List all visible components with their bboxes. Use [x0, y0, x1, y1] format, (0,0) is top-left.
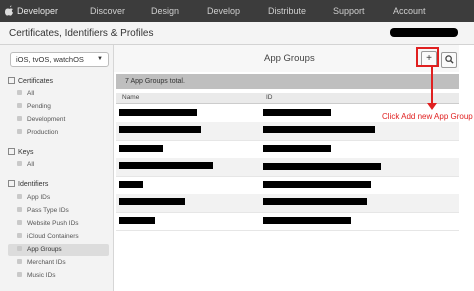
top-nav: Developer Discover Design Develop Distri… [0, 0, 474, 22]
sidebar-item-label: App Groups [27, 246, 62, 253]
redacted-name [119, 109, 197, 116]
count-text: 7 App Groups total. [125, 78, 185, 85]
platform-select[interactable]: iOS, tvOS, watchOS ▼ [10, 52, 109, 67]
sidebar-item-label: All [27, 161, 35, 168]
column-header-name[interactable]: Name [122, 93, 139, 103]
redacted-id [263, 145, 331, 152]
certificate-icon [8, 77, 15, 84]
redacted-id [263, 198, 367, 205]
sidebar-item-label: Production [27, 129, 59, 136]
main-title: App Groups [264, 53, 315, 64]
nav-discover[interactable]: Discover [90, 6, 125, 16]
bullet-icon [17, 161, 22, 166]
redacted-account-name [390, 28, 458, 37]
brand-label[interactable]: Developer [17, 6, 58, 16]
table-row[interactable] [116, 194, 459, 213]
redacted-name [119, 162, 213, 169]
sidebar-item-certificates-all[interactable]: All [8, 88, 109, 100]
platform-value: iOS, tvOS, watchOS [16, 55, 84, 64]
sidebar-item-pending[interactable]: Pending [8, 101, 109, 113]
redacted-id [263, 163, 381, 170]
sidebar-item-label: Pending [27, 103, 51, 110]
sidebar-item-keys-all[interactable]: All [8, 159, 109, 171]
sidebar-item-label: Pass Type IDs [27, 207, 69, 214]
apple-logo-icon[interactable] [5, 5, 14, 16]
sidebar-item-pass-type-ids[interactable]: Pass Type IDs [8, 205, 109, 217]
callout-arrow [431, 67, 433, 105]
column-header-id[interactable]: ID [266, 93, 273, 103]
redacted-name [119, 198, 185, 205]
bullet-icon [17, 194, 22, 199]
section-title: Certificates [18, 78, 54, 85]
redacted-name [119, 217, 155, 224]
table-row[interactable] [116, 122, 459, 141]
redacted-id [263, 217, 351, 224]
callout-text: Click Add new App Group [382, 112, 473, 121]
bullet-icon [17, 246, 22, 251]
sidebar-item-app-ids[interactable]: App IDs [8, 192, 109, 204]
section-identifiers: Identifiers [8, 180, 48, 188]
bullet-icon [17, 129, 22, 134]
sidebar-item-merchant-ids[interactable]: Merchant IDs [8, 257, 109, 269]
chevron-down-icon: ▼ [97, 56, 103, 62]
bullet-icon [17, 90, 22, 95]
arrow-down-icon [427, 103, 437, 110]
page-title: Certificates, Identifiers & Profiles [9, 28, 154, 39]
count-bar: 7 App Groups total. [116, 74, 459, 89]
section-title: Keys [18, 149, 34, 156]
section-title: Identifiers [18, 181, 49, 188]
nav-develop[interactable]: Develop [207, 6, 240, 16]
sidebar-item-label: Development [27, 116, 66, 123]
redacted-id [263, 181, 371, 188]
bullet-icon [17, 233, 22, 238]
section-keys: Keys [8, 148, 34, 156]
sidebar-item-website-push-ids[interactable]: Website Push IDs [8, 218, 109, 230]
main-header: App Groups [114, 45, 459, 72]
search-button[interactable] [441, 52, 457, 68]
table-row[interactable] [116, 212, 459, 231]
nav-distribute[interactable]: Distribute [268, 6, 306, 16]
redacted-name [119, 181, 143, 188]
bullet-icon [17, 207, 22, 212]
sidebar-item-icloud-containers[interactable]: iCloud Containers [8, 231, 109, 243]
section-certificates: Certificates [8, 77, 53, 85]
sidebar-item-label: Website Push IDs [27, 220, 79, 227]
table-row[interactable] [116, 158, 459, 177]
bullet-icon [17, 259, 22, 264]
bullet-icon [17, 272, 22, 277]
nav-design[interactable]: Design [151, 6, 179, 16]
sidebar-item-label: All [27, 90, 35, 97]
sidebar-item-label: Music IDs [27, 272, 56, 279]
nav-support[interactable]: Support [333, 6, 365, 16]
redacted-name [119, 126, 201, 133]
bullet-icon [17, 116, 22, 121]
sidebar-item-production[interactable]: Production [8, 127, 109, 139]
sidebar: iOS, tvOS, watchOS ▼ Certificates All Pe… [0, 45, 114, 291]
sidebar-item-app-groups[interactable]: App Groups [8, 244, 109, 256]
bullet-icon [17, 220, 22, 225]
sidebar-item-music-ids[interactable]: Music IDs [8, 270, 109, 282]
redacted-name [119, 145, 163, 152]
redacted-id [263, 126, 375, 133]
sidebar-item-label: iCloud Containers [27, 233, 79, 240]
identifier-icon [8, 180, 15, 187]
search-icon [444, 55, 454, 64]
table-header [116, 93, 459, 104]
redacted-id [263, 109, 331, 116]
highlight-box [416, 47, 439, 67]
table-row[interactable] [116, 140, 459, 159]
table-row[interactable] [116, 176, 459, 195]
nav-account[interactable]: Account [393, 6, 426, 16]
bullet-icon [17, 103, 22, 108]
sidebar-item-development[interactable]: Development [8, 114, 109, 126]
sidebar-item-label: Merchant IDs [27, 259, 66, 266]
key-icon [8, 148, 15, 155]
sidebar-item-label: App IDs [27, 194, 51, 201]
